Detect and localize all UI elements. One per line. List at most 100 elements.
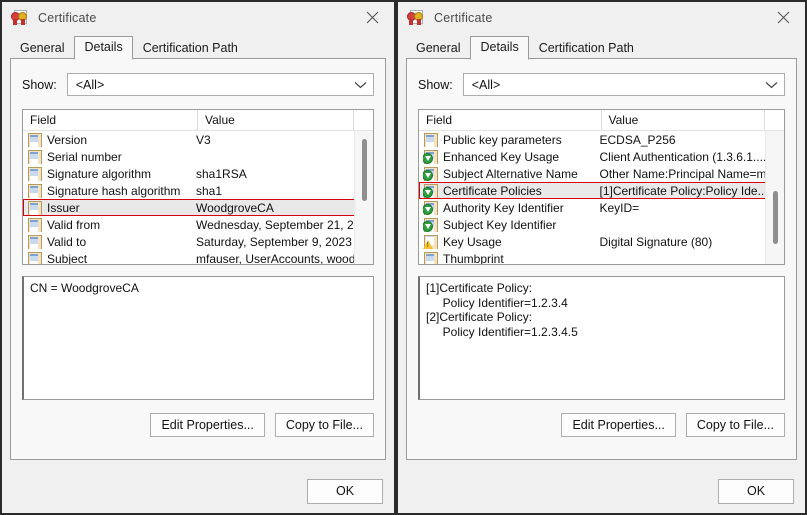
row-value: Other Name:Principal Name=m... [599,166,777,181]
ok-button[interactable]: OK [307,478,383,504]
extension-icon [423,217,438,232]
chevron-down-icon [354,81,367,89]
row-field-label: Valid from [47,217,101,232]
close-icon[interactable] [761,2,805,32]
row-field: Public key parameters [423,132,600,147]
row-field-label: Signature hash algorithm [47,183,181,198]
details-panel: Show: <All> Field Value Version V3 Serial … [10,58,386,460]
tab-details[interactable]: Details [470,36,529,60]
table-row[interactable]: Signature algorithm sha1RSA [23,165,373,182]
row-field: Issuer [27,200,196,215]
column-header-field: Field [23,110,198,130]
list-scrollbar[interactable] [354,131,373,264]
row-field-label: Signature algorithm [47,166,152,181]
details-panel: Show: <All> Field Value Public key param… [406,58,797,460]
list-rows: Public key parameters ECDSA_P256 Enhanced … [419,131,784,264]
row-field: Subject [27,251,196,264]
table-row[interactable]: Key Usage Digital Signature (80) [419,233,784,250]
row-field-label: Thumbprint [443,251,504,265]
row-field: Signature algorithm [27,166,196,181]
tab-certification-path[interactable]: Certification Path [133,37,248,60]
row-field-label: Subject Alternative Name [443,166,578,181]
warning-icon [423,234,438,249]
certificate-field-list[interactable]: Field Value Version V3 Serial number Signat… [22,109,374,265]
scrollbar-thumb[interactable] [773,190,778,245]
list-header: Field Value [419,110,784,131]
table-row[interactable]: Valid to Saturday, September 9, 2023 ... [23,233,373,250]
row-field-label: Enhanced Key Usage [443,149,560,164]
show-label: Show: [22,77,57,92]
row-value: [1]Certificate Policy:Policy Ide... [599,183,768,198]
tab-strip: General Details Certification Path [2,33,394,60]
table-row[interactable]: Subject mfauser, UserAccounts, wood [23,250,373,264]
copy-to-file-button[interactable]: Copy to File... [274,413,374,437]
table-row[interactable]: Thumbprint [419,250,784,264]
chevron-down-icon [765,81,778,89]
row-value: ECDSA_P256 [599,132,676,147]
edit-properties-button[interactable]: Edit Properties... [561,413,676,437]
table-row[interactable]: Signature hash algorithm sha1 [23,182,373,199]
close-icon[interactable] [350,2,394,32]
table-row[interactable]: Public key parameters ECDSA_P256 [419,131,784,148]
show-dropdown[interactable]: <All> [66,73,374,96]
document-icon [27,200,42,215]
row-value: Wednesday, September 21, 2... [196,217,364,232]
row-field: Key Usage [423,234,600,249]
table-row[interactable]: Serial number [23,148,373,165]
copy-to-file-button[interactable]: Copy to File... [685,413,785,437]
certificate-field-list[interactable]: Field Value Public key parameters ECDSA_P… [418,109,785,265]
row-value: Saturday, September 9, 2023 ... [196,234,366,249]
row-field: Signature hash algorithm [27,183,196,198]
footer-bar: OK [398,469,805,513]
title-bar: Certificate [2,2,394,33]
row-value: V3 [196,132,211,147]
table-row[interactable]: Subject Alternative Name Other Name:Princ… [419,165,784,182]
scrollbar-thumb[interactable] [362,138,367,202]
detail-text-pane[interactable]: [1]Certificate Policy: Policy Identifier… [418,276,785,400]
show-row: Show: <All> [418,73,785,96]
document-icon [27,166,42,181]
document-icon [27,149,42,164]
list-rows: Version V3 Serial number Signature algorith… [23,131,373,264]
table-row[interactable]: Valid from Wednesday, September 21, 2... [23,216,373,233]
table-row[interactable]: Certificate Policies [1]Certificate Polic… [419,182,784,199]
tab-details[interactable]: Details [74,36,133,60]
table-row[interactable]: Issuer WoodgroveCA [23,199,373,216]
row-field-label: Authority Key Identifier [443,200,564,215]
row-value: sha1RSA [196,166,247,181]
window-title: Certificate [38,10,97,25]
extension-icon [423,200,438,215]
row-field-label: Subject Key Identifier [443,217,557,232]
detail-text-pane[interactable]: CN = WoodgroveCA [22,276,374,400]
show-row: Show: <All> [22,73,374,96]
ok-button[interactable]: OK [718,478,794,504]
tab-general[interactable]: General [10,37,74,60]
list-scrollbar[interactable] [765,131,784,264]
table-row[interactable]: Version V3 [23,131,373,148]
row-value: sha1 [196,183,223,198]
certificate-window-right: Certificate General Details Certificatio… [396,0,807,515]
row-field: Enhanced Key Usage [423,149,600,164]
table-row[interactable]: Authority Key Identifier KeyID= [419,199,784,216]
column-header-value: Value [602,110,765,130]
table-row[interactable]: Enhanced Key Usage Client Authentication … [419,148,784,165]
row-field: Valid from [27,217,196,232]
row-field-label: Valid to [47,234,87,249]
tab-strip: General Details Certification Path [398,33,805,60]
footer-bar: OK [2,469,394,513]
column-header-value: Value [198,110,354,130]
row-field: Subject Key Identifier [423,217,600,232]
show-dropdown[interactable]: <All> [462,73,785,96]
certificate-icon [407,9,425,26]
table-row[interactable]: Subject Key Identifier [419,216,784,233]
desktop: Certificate General Details Certificatio… [0,0,807,515]
edit-properties-button[interactable]: Edit Properties... [150,413,265,437]
extension-icon [423,166,438,181]
document-icon [27,251,42,264]
show-dropdown-value: <All> [75,77,105,92]
tab-certification-path[interactable]: Certification Path [529,37,644,60]
tab-general[interactable]: General [406,37,470,60]
action-buttons: Edit Properties... Copy to File... [22,413,374,437]
row-field-label: Version [47,132,88,147]
document-icon [27,234,42,249]
